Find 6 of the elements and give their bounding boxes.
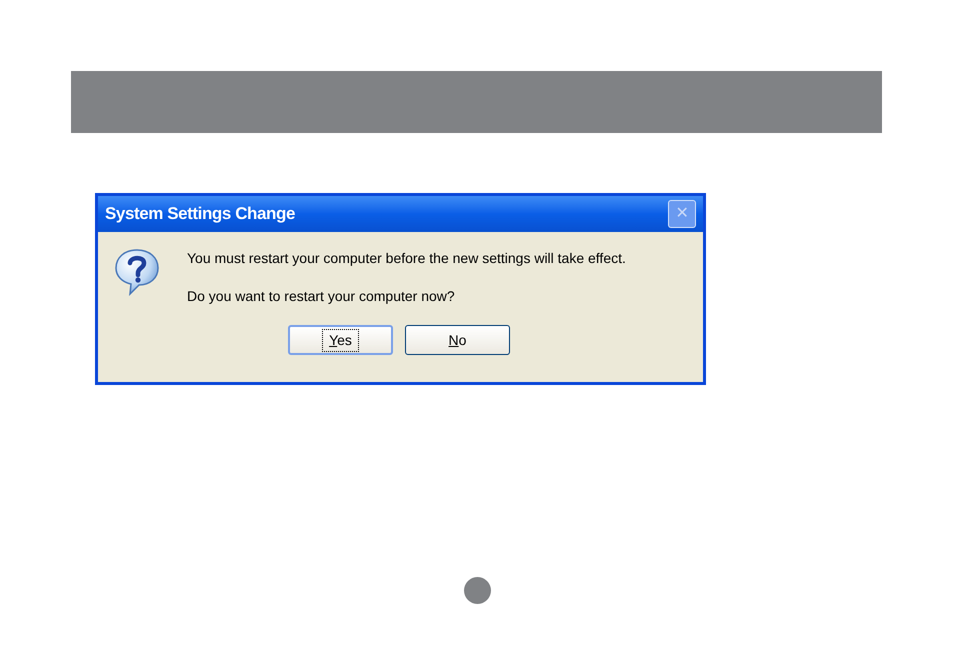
dialog-button[interactable]: Yes [288, 325, 393, 355]
question-icon [114, 248, 160, 296]
message-text: You must restart your computer before the new settings will take effect. [187, 249, 626, 268]
dialog-button[interactable]: No [405, 325, 510, 355]
window-title: System Settings Change [105, 203, 295, 226]
message-text: Do you want to restart your computer now? [187, 287, 456, 306]
